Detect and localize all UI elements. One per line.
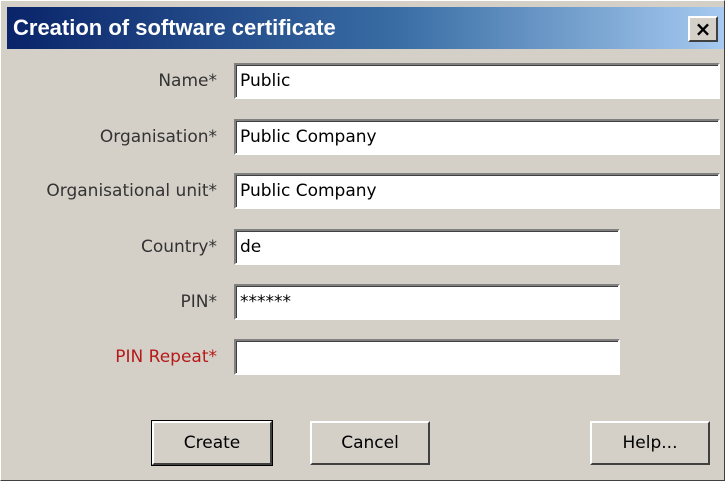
create-button-label: Create xyxy=(183,433,241,453)
help-button-label: Help... xyxy=(622,433,678,453)
pin-label: PIN* xyxy=(180,292,217,312)
help-button[interactable]: Help... xyxy=(590,421,710,465)
cancel-button-label: Cancel xyxy=(341,433,399,453)
organisation-input[interactable]: Public Company xyxy=(234,119,720,155)
organisation-label: Organisation* xyxy=(99,127,217,147)
name-input[interactable]: Public xyxy=(234,63,720,99)
close-icon: × xyxy=(694,17,712,41)
cancel-button[interactable]: Cancel xyxy=(310,421,430,465)
certificate-dialog: Creation of software certificate × Name*… xyxy=(0,0,725,481)
create-button[interactable]: Create xyxy=(151,420,273,466)
country-label: Country* xyxy=(140,237,217,257)
window-title: Creation of software certificate xyxy=(13,15,336,40)
close-button[interactable]: × xyxy=(688,16,718,42)
pin-input[interactable]: ****** xyxy=(234,284,620,320)
name-label: Name* xyxy=(158,71,217,91)
pin-repeat-label: PIN Repeat* xyxy=(115,347,217,367)
country-input[interactable]: de xyxy=(234,229,620,265)
title-bar: Creation of software certificate × xyxy=(7,7,724,49)
organisational-unit-input[interactable]: Public Company xyxy=(234,173,720,209)
organisational-unit-label: Organisational unit* xyxy=(46,181,217,201)
pin-repeat-input[interactable] xyxy=(234,339,620,375)
